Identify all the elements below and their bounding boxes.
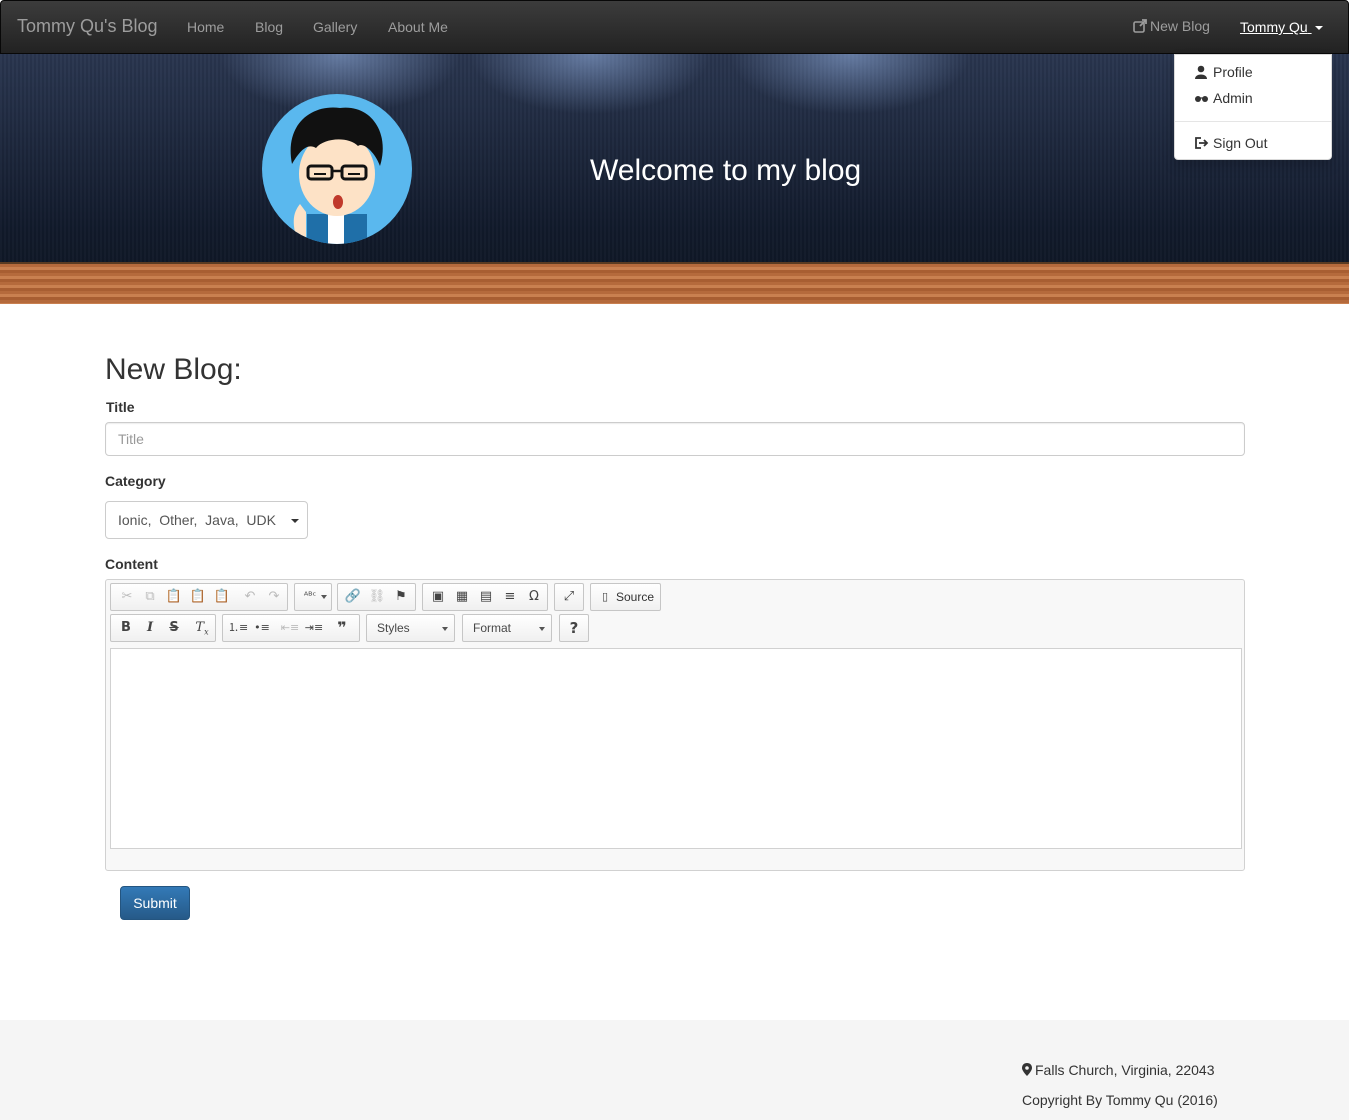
menu-label-admin: Admin: [1213, 90, 1253, 106]
anchor-flag-icon[interactable]: ⚑: [391, 588, 411, 606]
footer: Falls Church, Virginia, 22043 Copyright …: [0, 1020, 1349, 1120]
new-blog-link[interactable]: New Blog: [1133, 18, 1210, 34]
paste-icon[interactable]: 📋: [164, 588, 184, 606]
maximize-toolbar-group: ⤢: [554, 583, 584, 611]
source-button[interactable]: ▯ Source: [590, 583, 661, 611]
remove-format-icon[interactable]: Tx: [192, 619, 212, 637]
blockquote-icon[interactable]: ❞: [332, 619, 352, 637]
list-toolbar-group: ⒈≡ •≡ ⇤≡ ⇥≡ ❞: [222, 614, 360, 642]
bold-icon[interactable]: B: [116, 619, 136, 637]
caret-down-icon: [1314, 26, 1323, 30]
special-character-icon[interactable]: Ω: [524, 588, 544, 606]
clipboard-toolbar-group: ✂ ⧉ 📋 📋 📋 ↶ ↷: [110, 583, 288, 611]
user-name: Tommy Qu: [1240, 19, 1308, 35]
stage-floor: [0, 262, 1349, 304]
page-title: New Blog:: [105, 353, 242, 386]
menu-item-admin[interactable]: Admin: [1194, 90, 1253, 106]
strikethrough-icon[interactable]: S: [164, 619, 184, 637]
nav-blog[interactable]: Blog: [255, 19, 283, 35]
maximize-icon[interactable]: ⤢: [559, 588, 579, 606]
link-icon[interactable]: 🔗: [343, 588, 363, 606]
basicstyles-toolbar-group: B I S Tx: [110, 614, 216, 642]
nav-about-me[interactable]: About Me: [388, 19, 448, 35]
format-dropdown[interactable]: Format: [462, 614, 552, 642]
hero-banner: Welcome to my blog: [0, 54, 1349, 304]
category-label: Category: [105, 473, 166, 489]
category-selected-value: Ionic, Other, Java, UDK: [118, 512, 276, 528]
top-navbar: Tommy Qu's Blog Home Blog Gallery About …: [0, 0, 1349, 54]
user-dropdown-menu: Profile Admin Sign Out: [1174, 54, 1332, 160]
horizontal-line-icon[interactable]: ≡: [500, 588, 520, 606]
nav-home[interactable]: Home: [187, 19, 224, 35]
footer-address: Falls Church, Virginia, 22043: [1022, 1062, 1215, 1078]
menu-label-sign-out: Sign Out: [1213, 135, 1268, 151]
user-menu-toggle[interactable]: Tommy Qu: [1240, 19, 1323, 35]
redo-icon[interactable]: ↷: [264, 588, 284, 606]
source-label: Source: [616, 590, 655, 604]
footer-address-text: Falls Church, Virginia, 22043: [1035, 1062, 1215, 1078]
caret-down-icon: [539, 627, 545, 631]
image-icon[interactable]: ▣: [428, 588, 448, 606]
format-label: Format: [473, 621, 512, 635]
paste-from-word-icon[interactable]: 📋: [212, 588, 232, 606]
flash-icon[interactable]: ▦: [452, 588, 472, 606]
cartoon-avatar-image: [290, 107, 383, 244]
help-icon: ?: [569, 619, 579, 637]
footer-copyright: Copyright By Tommy Qu (2016): [1022, 1092, 1218, 1108]
styles-dropdown[interactable]: Styles: [366, 614, 455, 642]
source-icon: ▯: [601, 590, 609, 603]
insert-toolbar-group: ▣ ▦ ▤ ≡ Ω: [422, 583, 548, 611]
table-icon[interactable]: ▤: [476, 588, 496, 606]
nav-gallery[interactable]: Gallery: [313, 19, 357, 35]
menu-item-profile[interactable]: Profile: [1194, 64, 1253, 80]
menu-divider: [1175, 121, 1331, 122]
hero-title: Welcome to my blog: [590, 154, 862, 187]
link-toolbar-group: 🔗 ⛓ ⚑: [337, 583, 416, 611]
title-input[interactable]: [105, 422, 1245, 456]
styles-label: Styles: [377, 621, 410, 635]
share-icon: [1133, 19, 1147, 33]
help-button[interactable]: ?: [559, 614, 589, 642]
decrease-indent-icon[interactable]: ⇤≡: [280, 619, 300, 637]
copy-icon[interactable]: ⧉: [140, 588, 160, 606]
paste-text-icon[interactable]: 📋: [188, 588, 208, 606]
increase-indent-icon[interactable]: ⇥≡: [304, 619, 324, 637]
rich-text-editor: ✂ ⧉ 📋 📋 📋 ↶ ↷ ᴬᴮᶜ 🔗 ⛓ ⚑ ▣ ▦ ▤ ≡ Ω ⤢ ▯ So…: [105, 579, 1245, 871]
log-out-icon: [1195, 137, 1209, 149]
menu-item-sign-out[interactable]: Sign Out: [1194, 135, 1267, 151]
content-label: Content: [105, 556, 158, 572]
caret-down-icon: [442, 627, 448, 631]
cut-icon[interactable]: ✂: [117, 588, 137, 606]
brand-link[interactable]: Tommy Qu's Blog: [17, 16, 157, 37]
italic-icon[interactable]: I: [140, 619, 160, 637]
menu-label-profile: Profile: [1213, 64, 1253, 80]
map-marker-icon: [1022, 1063, 1032, 1076]
bulleted-list-icon[interactable]: •≡: [252, 619, 272, 637]
sunglasses-icon: [1195, 96, 1208, 102]
submit-button[interactable]: Submit: [120, 886, 190, 920]
spellcheck-dropdown-arrow[interactable]: [315, 583, 329, 609]
numbered-list-icon[interactable]: ⒈≡: [228, 619, 248, 637]
avatar: [262, 94, 412, 244]
editor-content-area[interactable]: [110, 648, 1242, 849]
caret-down-icon: [291, 519, 299, 523]
unlink-icon[interactable]: ⛓: [367, 588, 387, 606]
category-select[interactable]: Ionic, Other, Java, UDK: [105, 501, 308, 539]
undo-icon[interactable]: ↶: [240, 588, 260, 606]
user-icon: [1195, 65, 1207, 79]
new-blog-label: New Blog: [1150, 18, 1210, 34]
title-label: Title: [106, 399, 135, 415]
spellcheck-toolbar-group: ᴬᴮᶜ: [294, 583, 332, 611]
